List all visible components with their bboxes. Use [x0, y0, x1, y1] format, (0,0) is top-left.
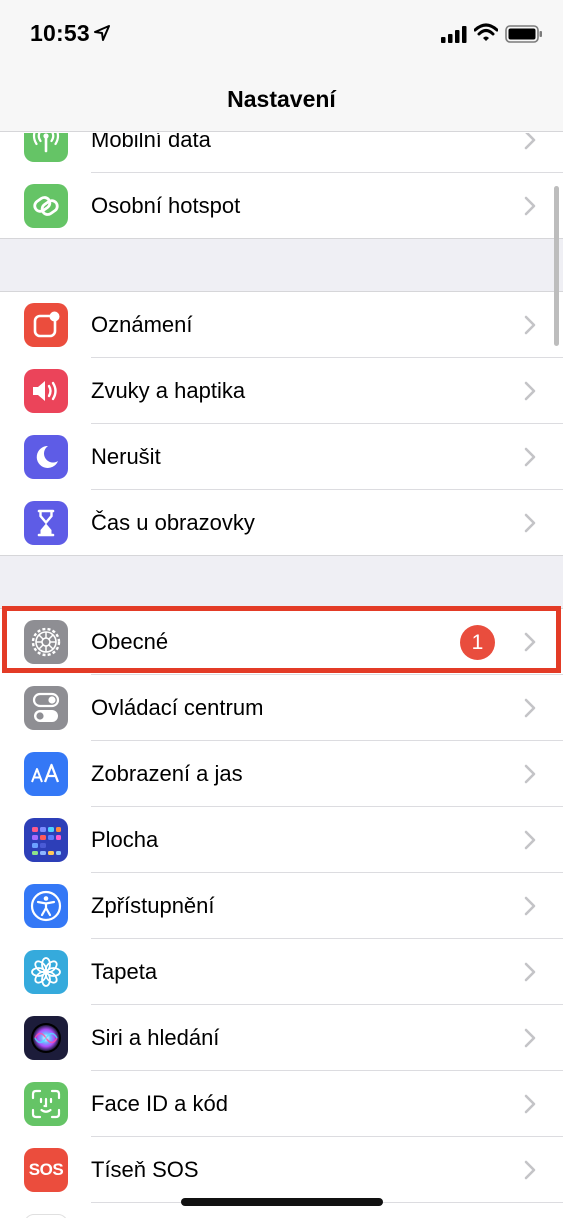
settings-row-face-id[interactable]: Face ID a kód [0, 1071, 563, 1137]
chevron-right-icon [524, 830, 536, 850]
settings-row-label: Siri a hledání [91, 1025, 220, 1050]
antenna-icon [24, 133, 68, 162]
settings-row-label: Zpřístupnění [91, 893, 215, 918]
chevron-right-icon [524, 764, 536, 784]
chevron-right-icon [524, 1160, 536, 1180]
chevron-right-icon [524, 513, 536, 533]
settings-row-label: Tíseň SOS [91, 1157, 199, 1182]
settings-row-wallpaper[interactable]: Tapeta [0, 939, 563, 1005]
settings-row-label: Mobilní data [91, 133, 211, 152]
face-id-icon [24, 1082, 68, 1126]
settings-row-home-screen[interactable]: Plocha [0, 807, 563, 873]
notification-badge: 1 [460, 625, 495, 660]
sos-icon: SOS [24, 1148, 68, 1192]
settings-row-label: Osobní hotspot [91, 193, 241, 218]
settings-row-sounds[interactable]: Zvuky a haptika [0, 358, 563, 424]
chevron-right-icon [524, 381, 536, 401]
toggles-icon [24, 686, 68, 730]
accessibility-icon [24, 884, 68, 928]
settings-row-label: Čas u obrazovky [91, 510, 255, 535]
gear-icon [24, 620, 68, 664]
wifi-icon [474, 23, 498, 41]
section-gap [0, 238, 563, 292]
settings-row-emergency-sos[interactable]: SOS Tíseň SOS [0, 1137, 563, 1203]
page-title: Nastavení [227, 86, 336, 112]
chevron-right-icon [524, 1094, 536, 1114]
settings-row-label: Plocha [91, 827, 159, 852]
chevron-right-icon [524, 196, 536, 216]
settings-row-notifications[interactable]: Oznámení [0, 292, 563, 358]
hotspot-chain-icon [24, 184, 68, 228]
settings-row-label: Zvuky a haptika [91, 378, 246, 403]
battery-icon [505, 25, 542, 43]
settings-row-label: Nerušit [91, 444, 161, 469]
settings-row-accessibility[interactable]: Zpřístupnění [0, 873, 563, 939]
section-gap [0, 555, 563, 609]
settings-row-control-center[interactable]: Ovládací centrum [0, 675, 563, 741]
status-time: 10:53 [30, 20, 90, 46]
sos-icon-text: SOS [28, 1160, 64, 1179]
settings-row-label: Ovládací centrum [91, 695, 264, 720]
settings-row-label: Oznámení [91, 312, 193, 337]
speaker-icon [24, 369, 68, 413]
chevron-right-icon [524, 447, 536, 467]
cellular-signal-icon [441, 26, 467, 43]
chevron-right-icon [524, 632, 536, 652]
hourglass-icon [24, 501, 68, 545]
status-bar: 10:53 [0, 0, 563, 70]
navigation-bar: Nastavení [0, 70, 563, 132]
chevron-right-icon [524, 133, 536, 150]
settings-row-label: Obecné [91, 629, 169, 654]
location-arrow-icon [94, 25, 110, 41]
flower-icon [24, 950, 68, 994]
settings-row-siri-search[interactable]: Siri a hledání [0, 1005, 563, 1071]
chevron-right-icon [524, 962, 536, 982]
settings-row-screen-time[interactable]: Čas u obrazovky [0, 490, 563, 556]
siri-icon [24, 1016, 68, 1060]
settings-row-general[interactable]: Obecné 1 [0, 609, 563, 675]
partial-row-icon [24, 1214, 68, 1218]
text-size-icon [24, 752, 68, 796]
notifications-icon [24, 303, 68, 347]
settings-row-mobile-data[interactable]: Mobilní data [0, 133, 563, 173]
chevron-right-icon [524, 698, 536, 718]
settings-row-label: Zobrazení a jas [91, 761, 243, 786]
scrollbar[interactable] [554, 186, 559, 346]
moon-icon [24, 435, 68, 479]
settings-list[interactable]: Mobilní data Osobní hotspot Oznámení Zvu… [0, 133, 563, 1218]
home-screen-grid-icon [24, 818, 68, 862]
settings-row-display-brightness[interactable]: Zobrazení a jas [0, 741, 563, 807]
settings-row-label: Face ID a kód [91, 1091, 228, 1116]
chevron-right-icon [524, 1028, 536, 1048]
home-indicator[interactable] [181, 1198, 383, 1206]
chevron-right-icon [524, 315, 536, 335]
settings-row-personal-hotspot[interactable]: Osobní hotspot [0, 173, 563, 239]
chevron-right-icon [524, 896, 536, 916]
settings-row-do-not-disturb[interactable]: Nerušit [0, 424, 563, 490]
settings-row-label: Tapeta [91, 959, 158, 984]
